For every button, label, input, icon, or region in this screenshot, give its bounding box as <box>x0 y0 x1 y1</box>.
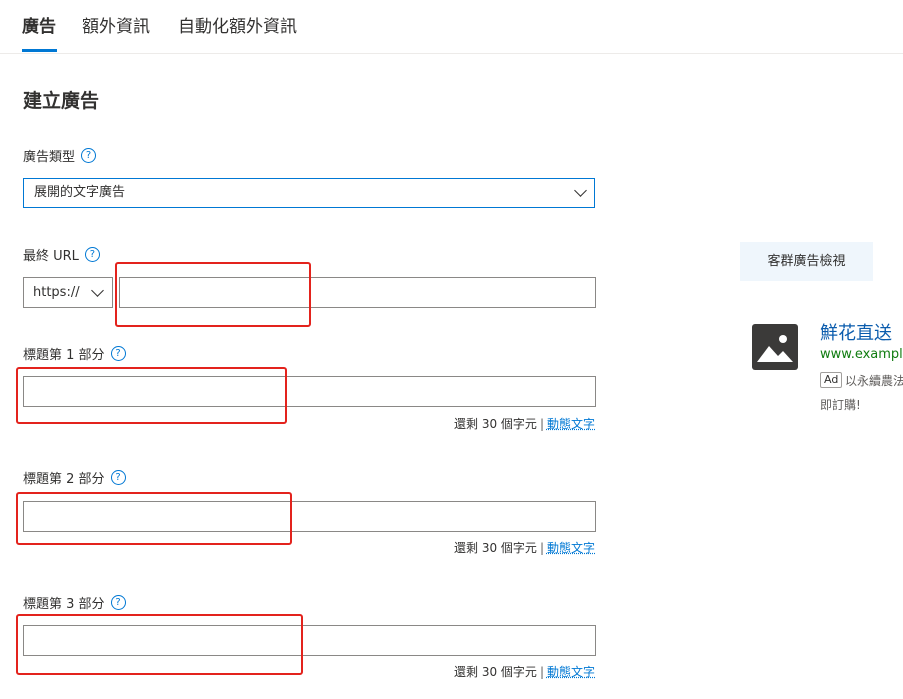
ad-type-label-text: 廣告類型 <box>23 150 76 165</box>
headline-3-counter: 還剩 30 個字元 | 動態文字 <box>454 663 595 680</box>
ad-preview-url: www.example. <box>820 347 903 362</box>
highlight-box <box>115 262 311 327</box>
question-circle-icon[interactable]: ? <box>110 346 126 361</box>
separator: | <box>539 665 544 679</box>
headline-2-label: 標題第 2 部分 ? <box>23 468 126 487</box>
page-title: 建立廣告 <box>23 90 100 112</box>
highlight-box <box>16 614 303 675</box>
headline-1-label-text: 標題第 1 部分 <box>23 348 105 363</box>
headline-3-label: 標題第 3 部分 ? <box>23 593 126 612</box>
active-tab-indicator <box>22 49 57 52</box>
tab-extensions[interactable]: 額外資訊 <box>82 12 150 37</box>
tab-ads[interactable]: 廣告 <box>22 12 56 37</box>
protocol-select[interactable]: https:// <box>23 277 113 308</box>
page: 廣告 額外資訊 自動化額外資訊 建立廣告 廣告類型 ? 展開的文字廣告 最終 U… <box>0 0 903 699</box>
dynamic-text-link[interactable]: 動態文字 <box>547 541 595 555</box>
highlight-box <box>16 367 287 424</box>
ad-type-value: 展開的文字廣告 <box>34 185 126 200</box>
remaining-chars: 還剩 30 個字元 <box>454 541 537 555</box>
ad-type-label: 廣告類型 ? <box>23 146 97 165</box>
question-circle-icon[interactable]: ? <box>110 595 126 610</box>
audience-ad-preview-button[interactable]: 客群廣告檢視 <box>740 242 873 281</box>
headline-3-label-text: 標題第 3 部分 <box>23 597 105 612</box>
ad-type-select[interactable]: 展開的文字廣告 <box>23 178 595 208</box>
headline-2-label-text: 標題第 2 部分 <box>23 472 105 487</box>
headline-2-counter: 還剩 30 個字元 | 動態文字 <box>454 539 595 556</box>
headline-1-label: 標題第 1 部分 ? <box>23 344 126 363</box>
question-circle-icon[interactable]: ? <box>110 470 126 485</box>
ad-preview-description: 以永續農法 <box>845 374 903 388</box>
dynamic-text-link[interactable]: 動態文字 <box>547 417 595 431</box>
headline-1-counter: 還剩 30 個字元 | 動態文字 <box>454 415 595 432</box>
highlight-box <box>16 492 292 545</box>
question-circle-icon[interactable]: ? <box>84 247 100 262</box>
ad-preview-description-2: 即訂購! <box>820 398 861 412</box>
remaining-chars: 還剩 30 個字元 <box>454 665 537 679</box>
protocol-value: https:// <box>33 285 80 300</box>
final-url-label: 最終 URL ? <box>23 245 100 264</box>
chevron-down-icon <box>574 184 587 197</box>
question-circle-icon[interactable]: ? <box>81 148 97 163</box>
tab-automated-extensions[interactable]: 自動化額外資訊 <box>178 12 297 37</box>
chevron-down-icon <box>91 284 104 297</box>
image-placeholder-icon <box>752 324 798 370</box>
final-url-label-text: 最終 URL <box>23 249 79 264</box>
separator: | <box>539 417 544 431</box>
ad-preview-title: 鮮花直送 <box>820 323 892 344</box>
separator: | <box>539 541 544 555</box>
remaining-chars: 還剩 30 個字元 <box>454 417 537 431</box>
tab-bar: 廣告 額外資訊 自動化額外資訊 <box>0 0 903 54</box>
ad-badge: Ad <box>820 372 843 388</box>
dynamic-text-link[interactable]: 動態文字 <box>547 665 595 679</box>
